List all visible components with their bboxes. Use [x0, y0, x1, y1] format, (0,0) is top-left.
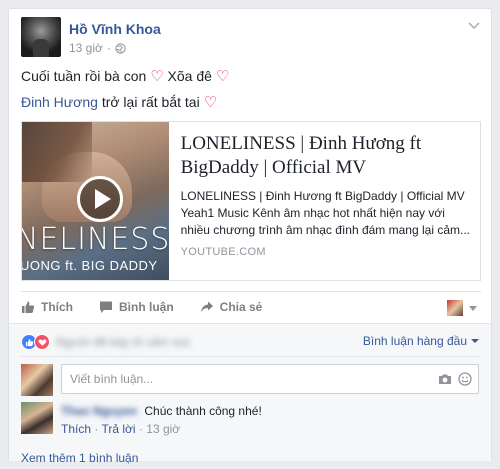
link-title[interactable]: LONELINESS | Đinh Hương ft BigDaddy | Of…	[181, 132, 470, 180]
comment-input[interactable]	[62, 365, 402, 393]
like-button[interactable]: Thích	[21, 300, 73, 314]
post-text-line-2: Đinh Hương trở lại rất bắt tai ♡	[21, 93, 217, 111]
comments-section: Người đã bày tỏ cảm xúc Bình luận hàng đ…	[9, 323, 491, 465]
post-time[interactable]: 13 giờ	[69, 41, 103, 55]
play-icon[interactable]	[77, 176, 123, 222]
reaction-names[interactable]: Người đã bày tỏ cảm xúc	[56, 335, 191, 349]
author-name[interactable]: Hồ Vĩnh Khoa	[69, 21, 161, 37]
comment-icon	[100, 301, 112, 313]
heart-icon: ♡	[150, 68, 164, 85]
comment-label: Bình luận	[119, 299, 174, 314]
commenter-name[interactable]: Thao Nguyen	[61, 404, 137, 418]
divider	[21, 356, 479, 357]
thumbs-up-icon	[22, 301, 35, 313]
thumbnail-hair	[22, 122, 92, 182]
comment-body: Thao Nguyen Chúc thành công nhé!	[61, 404, 262, 418]
action-bar: Thích Bình luận Chia sẻ	[21, 291, 481, 321]
globe-icon[interactable]	[115, 42, 126, 54]
like-label: Thích	[41, 299, 73, 314]
link-desc-line: Yeah1 Music Kênh âm nhạc hot nhất hiện n…	[180, 206, 445, 220]
view-more-comments-link[interactable]: Xem thêm 1 bình luận	[21, 451, 138, 465]
chevron-down-icon[interactable]	[467, 21, 481, 31]
heart-icon: ♡	[215, 68, 230, 85]
share-button[interactable]: Chia sẻ	[200, 299, 263, 314]
timestamp-row: 13 giờ ·	[69, 41, 126, 55]
comment-meta: Thích · Trả lời · 13 giờ	[61, 422, 181, 436]
link-preview[interactable]: NELINESS UONG ft. BIG DADDY LONELINESS |…	[21, 121, 481, 281]
share-label: Chia sẻ	[219, 299, 263, 314]
link-description: LONELINESS | Đinh Hương ft BigDaddy | Of…	[181, 188, 470, 239]
link-desc-line: nhiều chương trình âm nhạc đình đám mang…	[180, 223, 470, 237]
comment-box[interactable]	[61, 364, 479, 394]
post-header: Hồ Vĩnh Khoa 13 giờ ·	[21, 17, 481, 61]
thumbnail-subtitle: UONG ft. BIG DADDY	[22, 258, 158, 273]
commenter-avatar[interactable]	[21, 402, 53, 434]
post-text-part: Cuối tuần rồi bà con	[21, 68, 147, 84]
comment-time[interactable]: 13 giờ	[146, 422, 180, 436]
link-body: LONELINESS | Đinh Hương ft BigDaddy | Of…	[169, 122, 480, 280]
comment-button[interactable]: Bình luận	[99, 300, 174, 314]
link-desc-line: LONELINESS | Đinh Hương ft BigDaddy | Of…	[180, 189, 465, 203]
post-text-part: Xõa đê	[167, 68, 212, 84]
caret-down-icon	[471, 339, 479, 343]
top-comments-label: Bình luận hàng đầu	[362, 334, 467, 348]
author-avatar[interactable]	[21, 17, 61, 57]
top-comments-dropdown[interactable]: Bình luận hàng đầu	[363, 334, 479, 348]
comment-text: Chúc thành công nhé!	[144, 404, 262, 418]
emoji-icon[interactable]	[458, 372, 472, 386]
love-reaction-icon	[34, 334, 50, 350]
comment-item: Thao Nguyen Chúc thành công nhé! Thích ·…	[21, 402, 479, 438]
caret-down-icon[interactable]	[469, 306, 477, 311]
share-icon	[200, 301, 213, 312]
post-text-part: trở lại rất bắt tai	[101, 94, 200, 110]
video-thumbnail[interactable]: NELINESS UONG ft. BIG DADDY	[22, 122, 169, 280]
comment-like-link[interactable]: Thích	[61, 422, 91, 436]
post-text-line-1: Cuối tuần rồi bà con ♡ Xõa đê ♡	[21, 67, 229, 85]
link-domain: YOUTUBE.COM	[180, 246, 266, 258]
current-user-avatar	[21, 364, 53, 396]
reactions-summary[interactable]: Người đã bày tỏ cảm xúc	[21, 334, 191, 350]
comment-reply-link[interactable]: Trả lời	[101, 422, 135, 436]
share-as-avatar[interactable]	[447, 300, 463, 316]
camera-icon[interactable]	[438, 373, 452, 385]
mention-link[interactable]: Đinh Hương	[21, 94, 98, 110]
post-card: Hồ Vĩnh Khoa 13 giờ · Cuối tuần rồi bà c…	[8, 8, 492, 465]
thumbnail-title: NELINESS	[22, 222, 169, 257]
heart-icon: ♡	[203, 94, 218, 111]
